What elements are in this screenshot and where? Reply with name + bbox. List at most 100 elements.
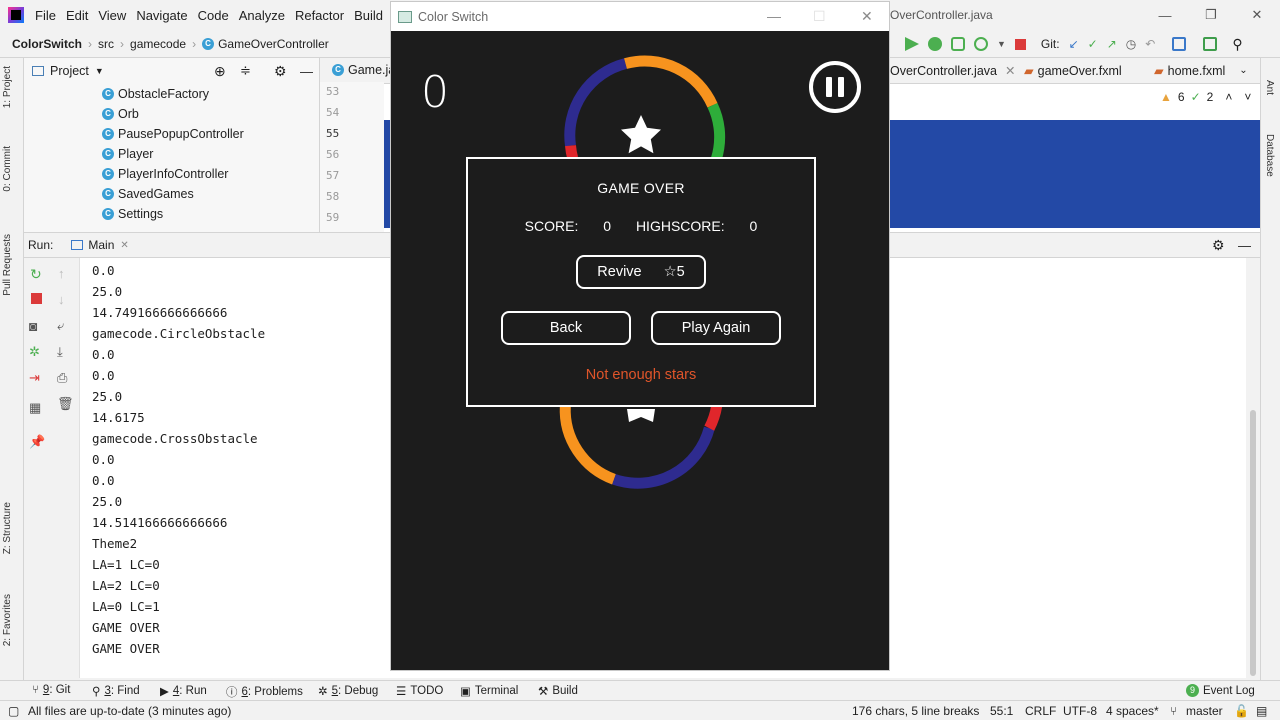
toolwindow-run[interactable]: ▶ 4: Run [160, 684, 207, 698]
tab-pull-requests[interactable]: Pull Requests [2, 234, 13, 296]
menu-navigate[interactable]: Navigate [136, 8, 194, 23]
play-again-button[interactable]: Play Again [651, 311, 781, 345]
tab-gameover-controller[interactable]: OverController.java ✕ [890, 63, 1015, 79]
close-icon[interactable]: ✕ [120, 240, 128, 251]
git-update-icon[interactable]: ↙ [1069, 37, 1079, 51]
collapse-icon[interactable]: ≑ [240, 63, 251, 79]
tree-item[interactable]: C Settings [24, 204, 319, 224]
project-panel-title[interactable]: Project [50, 64, 89, 78]
scroll-to-end-icon[interactable]: ⤓ [57, 344, 71, 359]
chevron-down-icon[interactable]: ▼ [95, 66, 104, 76]
tree-item[interactable]: C Player [24, 144, 319, 164]
toolwindow-terminal[interactable]: ▣ Terminal [460, 684, 518, 698]
tree-item[interactable]: C SavedGames [24, 184, 319, 204]
restore-icon[interactable]: ❐ [1188, 0, 1234, 30]
toolwindow-problems[interactable]: ⓘ 6: Problems [226, 684, 303, 700]
tree-item[interactable]: C PlayerInfoController [24, 164, 319, 184]
toolwindow-debug[interactable]: ✲ 5: Debug [318, 684, 378, 698]
tree-item[interactable]: C ObstacleFactory [24, 84, 319, 104]
locate-icon[interactable]: ⊕ [214, 63, 226, 80]
menu-file[interactable]: File [35, 8, 63, 23]
stop-icon[interactable] [1014, 38, 1026, 50]
print-icon[interactable]: ⎙ [57, 370, 71, 385]
tab-project[interactable]: 1: Project [2, 66, 13, 108]
arrow-down-icon[interactable]: ↓ [58, 292, 72, 307]
hide-icon[interactable]: — [1238, 238, 1251, 253]
minimize-icon[interactable]: — [1142, 0, 1188, 30]
close-icon[interactable]: ✕ [861, 8, 873, 25]
breadcrumb-class[interactable]: GameOverController [218, 37, 329, 51]
breadcrumb-src[interactable]: src [98, 37, 114, 51]
close-icon[interactable]: ✕ [1005, 63, 1015, 78]
project-structure-icon[interactable] [1172, 37, 1187, 51]
menu-build[interactable]: Build [354, 8, 390, 23]
soft-wrap-icon[interactable]: ⤶ [57, 318, 71, 333]
breadcrumb-package[interactable]: gamecode [130, 37, 186, 51]
run-icon[interactable] [905, 37, 919, 51]
status-chars[interactable]: 176 chars, 5 line breaks [852, 704, 979, 718]
terminal-icon[interactable] [1203, 37, 1218, 51]
tree-item[interactable]: C PausePopupController [24, 124, 319, 144]
tab-home-fxml[interactable]: ▰ home.fxml ⌄ [1154, 63, 1248, 79]
maximize-icon[interactable]: ☐ [813, 8, 826, 25]
status-line-separator[interactable]: CRLF [1025, 704, 1056, 718]
toolwindow-todo[interactable]: ☰ TODO [396, 684, 443, 698]
status-position[interactable]: 55:1 [990, 704, 1013, 718]
menu-analyze[interactable]: Analyze [239, 8, 292, 23]
run-tab-main[interactable]: Main ✕ [71, 238, 129, 252]
chevron-down-icon[interactable]: ˅ [1244, 90, 1251, 104]
tab-gameover-fxml[interactable]: ▰ gameOver.fxml [1024, 63, 1122, 79]
lock-icon[interactable]: 🔓 [1234, 704, 1249, 718]
revive-button[interactable]: Revive ☆5 [576, 255, 706, 289]
gear-icon[interactable]: ⚙ [1212, 237, 1225, 254]
pin-icon[interactable]: 📌 [29, 434, 45, 449]
history-icon[interactable]: ◷ [1126, 37, 1136, 51]
git-commit-icon[interactable]: ✓ [1088, 37, 1098, 51]
minimize-icon[interactable]: — [767, 8, 781, 24]
arrow-up-icon[interactable]: ↑ [58, 266, 72, 281]
event-log[interactable]: 9 Event Log [1186, 684, 1255, 697]
search-icon[interactable]: ⚲ [1232, 36, 1242, 53]
menu-edit[interactable]: Edit [66, 8, 95, 23]
back-button[interactable]: Back [501, 311, 631, 345]
profile-icon[interactable] [974, 37, 988, 51]
debug-bug-icon[interactable]: ✲ [29, 344, 43, 359]
toolwindow-build[interactable]: ⚒ Build [538, 684, 578, 698]
status-branch[interactable]: master [1186, 704, 1223, 718]
debug-icon[interactable] [928, 37, 942, 51]
gear-icon[interactable]: ⚙ [274, 63, 287, 80]
git-push-icon[interactable]: ↗ [1107, 37, 1117, 51]
menu-refactor[interactable]: Refactor [295, 8, 351, 23]
toolwindow-git[interactable]: ⑂ 9: Git [32, 684, 70, 696]
tab-ant[interactable]: Ant [1264, 80, 1275, 95]
pause-button[interactable] [809, 61, 861, 113]
memory-indicator-icon[interactable]: ▤ [1256, 704, 1267, 718]
tree-item[interactable]: C Orb [24, 104, 319, 124]
inspection-widget[interactable]: ▲ 6 ✓ 2 ˄ ˅ [1160, 90, 1251, 104]
breadcrumb-project[interactable]: ColorSwitch [12, 37, 82, 51]
tab-favorites[interactable]: 2: Favorites [2, 594, 13, 646]
close-icon[interactable]: ✕ [1234, 0, 1280, 30]
toolwindow-find[interactable]: ⚲ 3: Find [92, 684, 140, 698]
camera-icon[interactable]: ◙ [29, 318, 43, 334]
rerun-icon[interactable]: ↻ [30, 266, 44, 282]
menu-code[interactable]: Code [198, 8, 236, 23]
chevron-down-icon[interactable]: ⌄ [1239, 65, 1247, 76]
layout-icon[interactable]: ▦ [29, 400, 43, 415]
console-scrollbar[interactable] [1250, 410, 1256, 676]
chevron-down-icon[interactable]: ▼ [997, 39, 1006, 49]
tab-structure[interactable]: Z: Structure [2, 502, 13, 554]
chevron-up-icon[interactable]: ˄ [1225, 90, 1232, 104]
coverage-icon[interactable] [951, 37, 965, 51]
exit-icon[interactable]: ⇥ [29, 370, 43, 385]
tab-database[interactable]: Database [1264, 134, 1275, 177]
status-encoding[interactable]: UTF-8 [1063, 704, 1097, 718]
rollback-icon[interactable]: ↶ [1145, 37, 1155, 51]
status-toggle-icon[interactable]: ▢ [8, 704, 19, 718]
trash-icon[interactable]: 🗑 [57, 396, 74, 411]
menu-view[interactable]: View [98, 8, 133, 23]
hide-icon[interactable]: — [300, 64, 313, 79]
status-indent[interactable]: 4 spaces* [1106, 704, 1159, 718]
stop-icon[interactable] [31, 293, 42, 304]
tab-commit[interactable]: 0: Commit [2, 146, 13, 192]
